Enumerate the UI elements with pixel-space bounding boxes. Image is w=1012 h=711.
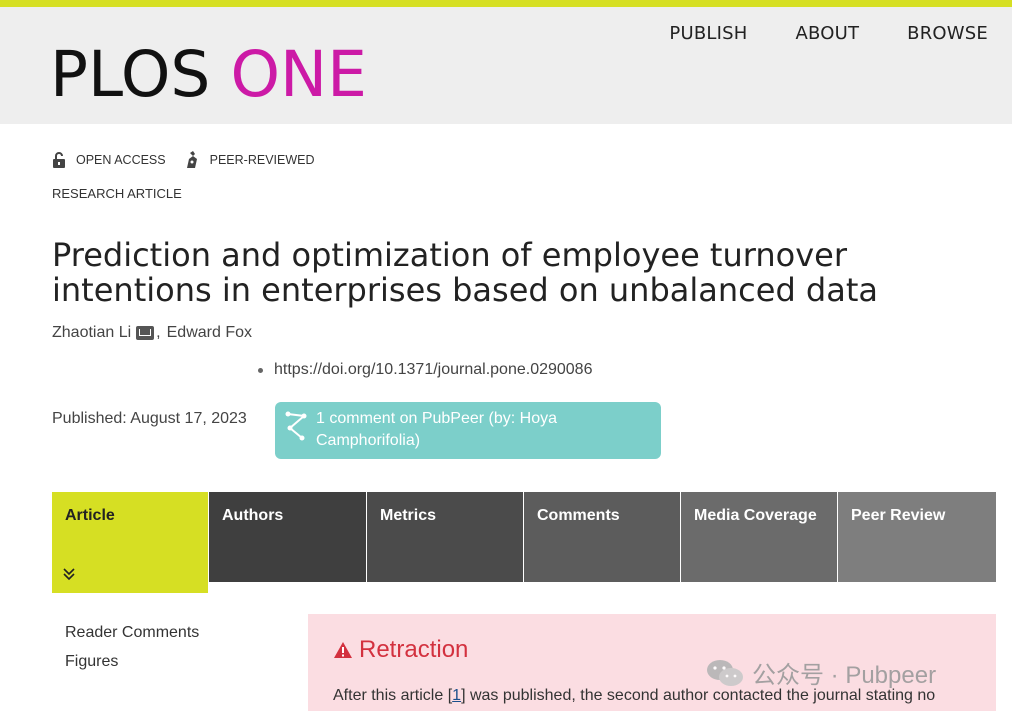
nav-about[interactable]: ABOUT (795, 23, 859, 44)
unlock-icon (53, 152, 65, 168)
open-access-badge[interactable]: OPEN ACCESS (52, 152, 166, 168)
tab-label: Comments (537, 507, 620, 524)
pubpeer-comment-banner[interactable]: 1 comment on PubPeer (by: Hoya Camphorif… (275, 402, 661, 459)
nav-browse[interactable]: BROWSE (907, 23, 988, 44)
logo-one: ONE (230, 38, 367, 111)
doi-link[interactable]: https://doi.org/10.1371/journal.pone.029… (274, 361, 592, 379)
access-badges: OPEN ACCESS PEER-REVIEWED (52, 150, 333, 170)
author-separator: , (156, 324, 161, 341)
side-link-figures[interactable]: Figures (65, 647, 199, 676)
side-link-reader-comments[interactable]: Reader Comments (65, 618, 199, 647)
warning-icon (334, 642, 352, 658)
doi-row: https://doi.org/10.1371/journal.pone.029… (258, 361, 592, 379)
article-tabs: Article Authors Metrics Comments Media C… (52, 492, 996, 593)
tab-authors[interactable]: Authors (209, 492, 367, 582)
tab-media-coverage[interactable]: Media Coverage (681, 492, 838, 582)
plos-one-logo[interactable]: PLOS ONE (50, 43, 367, 106)
retraction-text-start: After this article [ (333, 687, 453, 704)
email-icon[interactable] (136, 326, 155, 340)
tab-label: Authors (222, 507, 284, 524)
tab-peer-review[interactable]: Peer Review (838, 492, 996, 582)
article-side-nav: Reader Comments Figures (65, 618, 199, 676)
tab-label: Metrics (380, 507, 437, 524)
site-header: PLOS ONE PUBLISH ABOUT BROWSE (0, 7, 1012, 124)
retraction-heading: Retraction (333, 636, 468, 664)
tab-comments[interactable]: Comments (524, 492, 681, 582)
author-list: Zhaotian Li , Edward Fox (52, 324, 252, 342)
wechat-icon (707, 659, 743, 686)
top-navigation: PUBLISH ABOUT BROWSE (669, 23, 988, 44)
pubpeer-comment-text: 1 comment on PubPeer (by: Hoya Camphorif… (316, 410, 558, 449)
bullet-icon (258, 367, 263, 373)
peer-reviewed-badge[interactable]: PEER-REVIEWED (184, 150, 315, 170)
wechat-watermark: 公众号 · Pubpeer (706, 655, 936, 690)
peer-review-pen-icon (186, 151, 197, 168)
watermark-text: 公众号 · Pubpeer (752, 662, 937, 689)
tab-metrics[interactable]: Metrics (367, 492, 524, 582)
article-title: Prediction and optimization of employee … (52, 236, 878, 309)
tab-article[interactable]: Article (52, 492, 209, 593)
nav-publish[interactable]: PUBLISH (669, 23, 747, 44)
tab-label: Peer Review (851, 507, 946, 524)
author-name[interactable]: Edward Fox (167, 324, 252, 342)
peer-reviewed-label: PEER-REVIEWED (209, 153, 315, 167)
author-name[interactable]: Zhaotian Li (52, 324, 131, 342)
published-date: Published: August 17, 2023 (52, 410, 247, 427)
tab-label: Media Coverage (694, 507, 817, 524)
pubpeer-icon (285, 411, 307, 441)
open-access-label: OPEN ACCESS (76, 153, 166, 167)
article-type-label: RESEARCH ARTICLE (52, 186, 182, 201)
top-accent-stripe (0, 0, 1012, 7)
reference-link[interactable]: 1 (452, 687, 461, 704)
tab-label: Article (65, 507, 115, 524)
double-chevron-down-icon (63, 568, 75, 581)
retraction-title: Retraction (359, 636, 469, 663)
logo-plos: PLOS (50, 38, 211, 111)
